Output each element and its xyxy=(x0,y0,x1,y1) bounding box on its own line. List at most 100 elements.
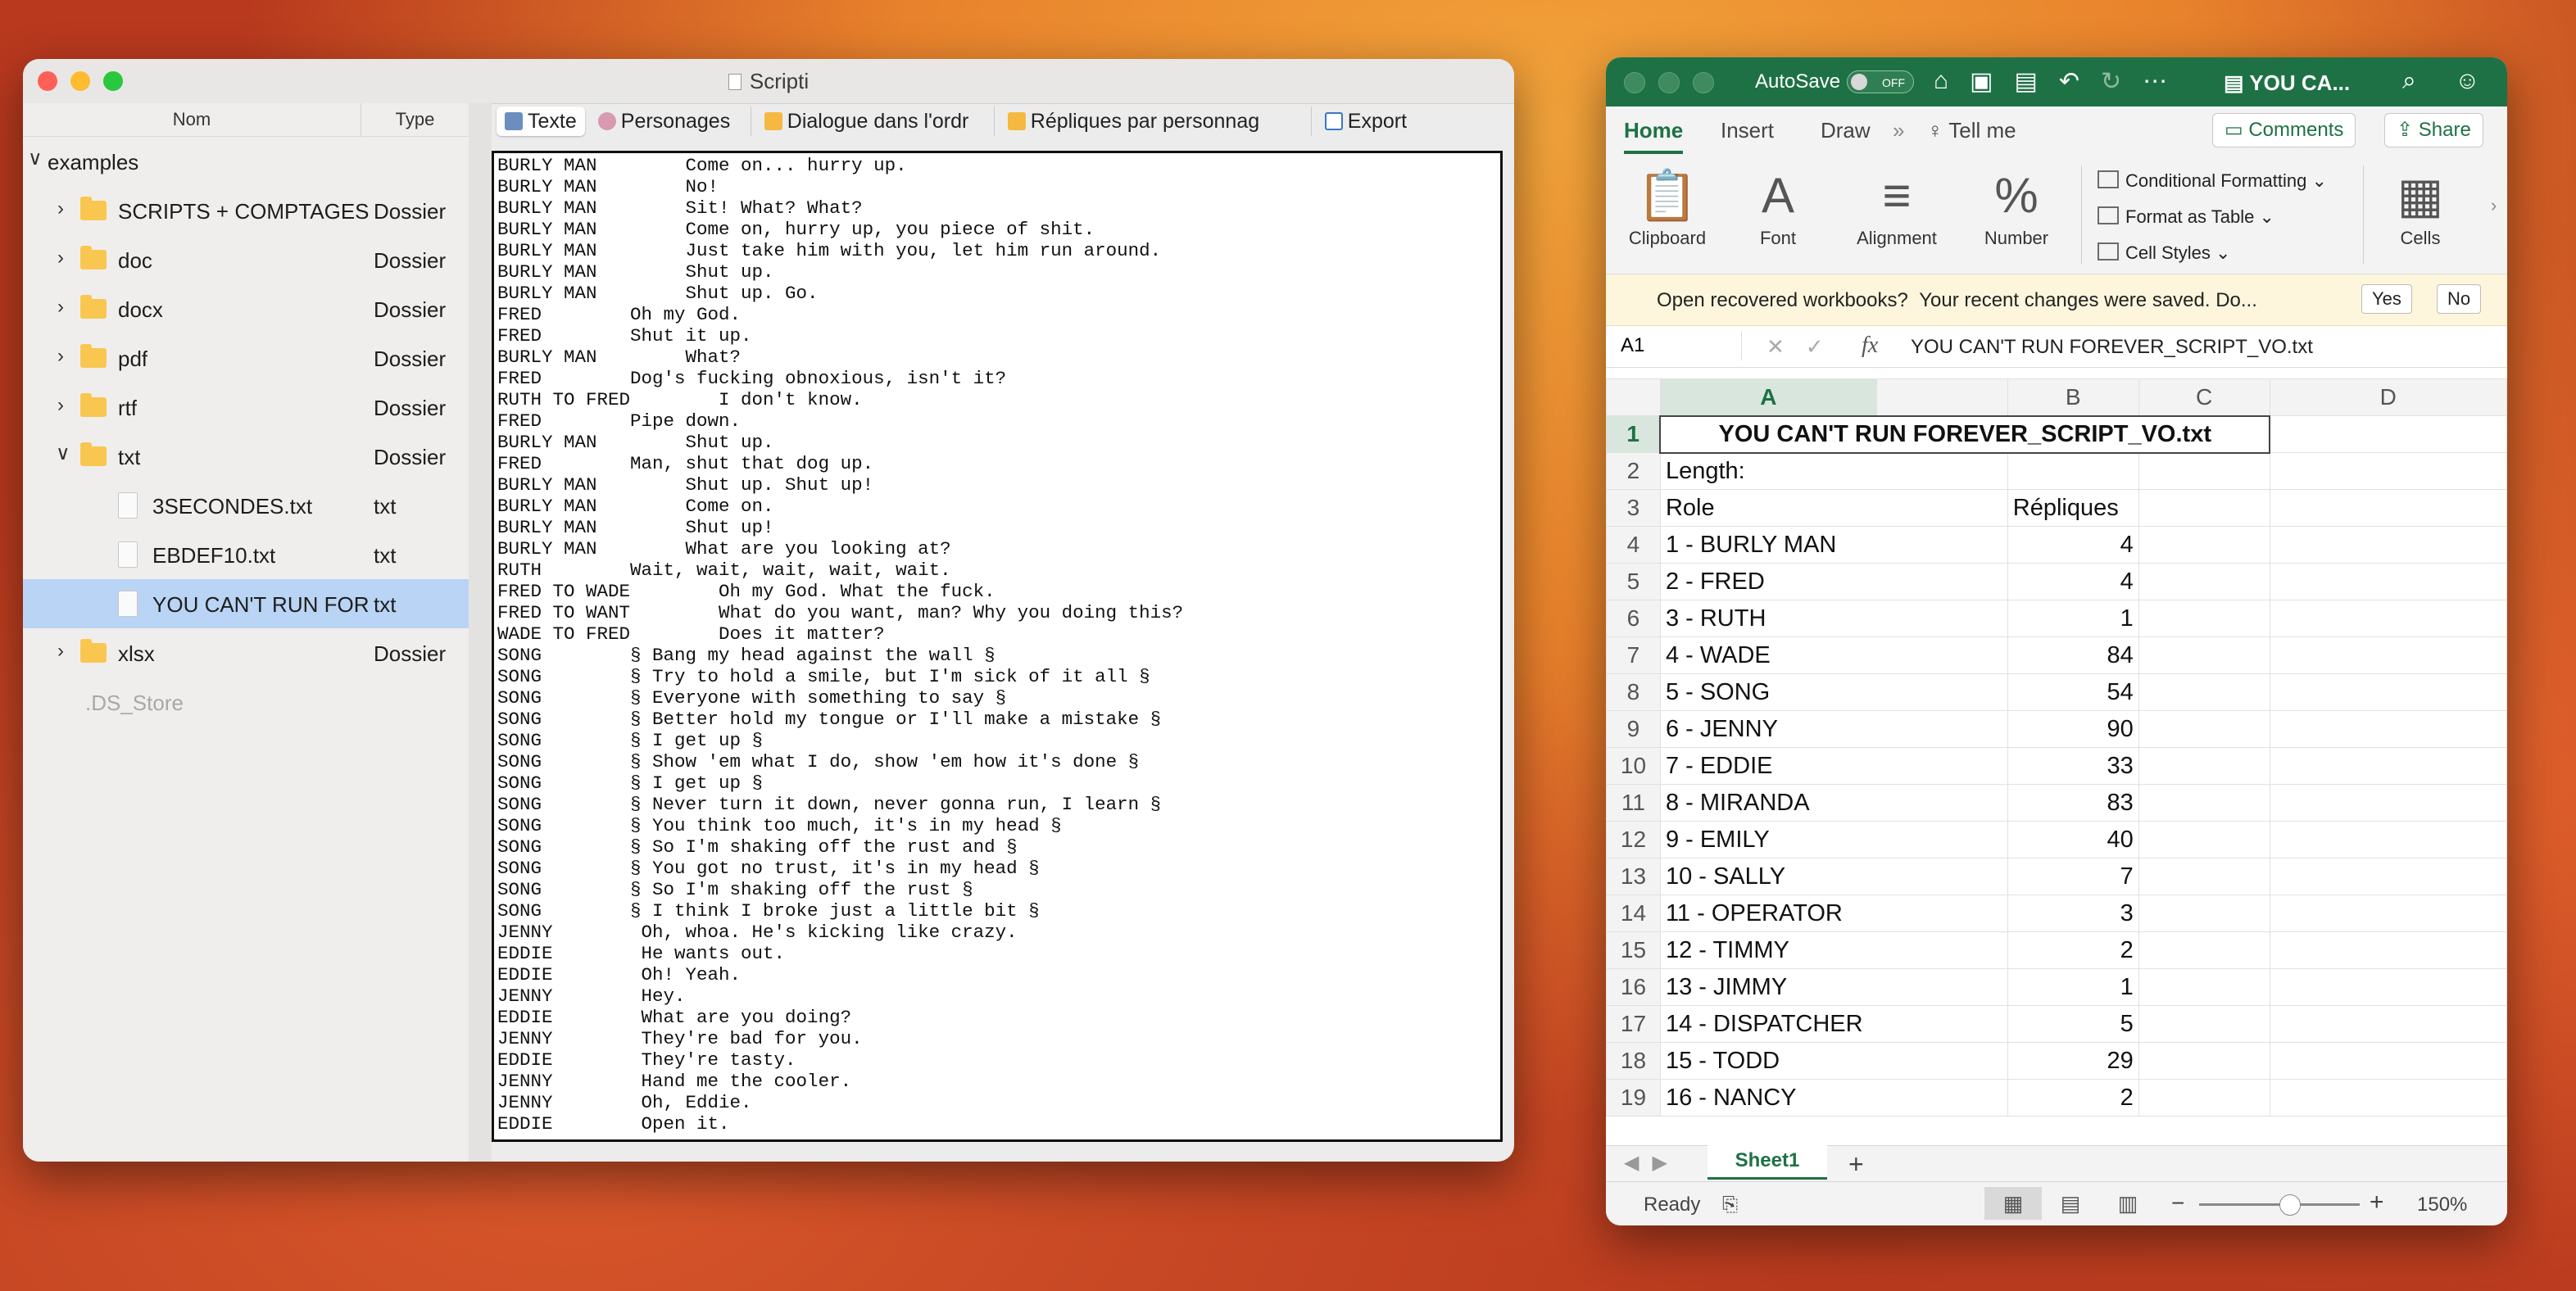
tree-row-you-cant-run[interactable]: YOU CAN'T RUN FOR txt xyxy=(23,579,469,628)
role-cell[interactable]: 7 - EDDIE xyxy=(1659,747,2008,785)
more-tabs-icon[interactable]: » xyxy=(1893,118,1904,143)
count-cell[interactable]: 2 xyxy=(2007,931,2139,969)
font-group[interactable]: A Font xyxy=(1737,164,1819,249)
tree-row-3secondes[interactable]: 3SECONDES.txt txt xyxy=(23,481,469,530)
script-text-area[interactable]: BURLY MAN Come on... hurry up. BURLY MAN… xyxy=(492,151,1503,1142)
cancel-icon[interactable]: ✕ xyxy=(1766,334,1785,360)
count-cell[interactable]: 84 xyxy=(2007,636,2139,674)
chevron-right-icon[interactable]: › xyxy=(57,640,64,663)
col-header-a[interactable]: A xyxy=(1659,378,1877,416)
role-cell[interactable]: 12 - TIMMY xyxy=(1659,931,2008,969)
count-cell[interactable]: 83 xyxy=(2007,784,2139,822)
fx-icon[interactable]: fx xyxy=(1862,333,1878,359)
row-header[interactable]: 4 xyxy=(1606,526,1661,564)
clipboard-group[interactable]: 📋 Clipboard xyxy=(1622,164,1712,249)
count-header-cell[interactable]: Répliques xyxy=(2007,489,2139,527)
cell[interactable] xyxy=(2269,821,2507,858)
cell[interactable] xyxy=(2138,710,2270,748)
zoom-out-icon[interactable]: − xyxy=(2171,1190,2184,1216)
row-header[interactable]: 9 xyxy=(1606,710,1661,748)
chevron-right-icon[interactable]: › xyxy=(57,247,64,270)
share-button[interactable]: ⇪ Share xyxy=(2384,113,2483,147)
cell[interactable] xyxy=(2269,600,2507,637)
cell[interactable] xyxy=(2138,1079,2270,1117)
row-header[interactable]: 16 xyxy=(1606,968,1661,1006)
tree-row-ebdef10[interactable]: EBDEF10.txt txt xyxy=(23,530,469,579)
cell[interactable] xyxy=(2269,1005,2507,1043)
undo-icon[interactable]: ↶ xyxy=(2059,67,2079,96)
role-cell[interactable]: 3 - RUTH xyxy=(1659,600,2008,637)
tree-row-rtf[interactable]: › rtf Dossier xyxy=(23,383,469,432)
cell[interactable] xyxy=(2138,636,2270,674)
cell[interactable] xyxy=(2138,526,2270,564)
cell[interactable] xyxy=(2269,895,2507,932)
row-header[interactable]: 8 xyxy=(1606,673,1661,711)
row-header[interactable]: 14 xyxy=(1606,895,1661,932)
cell[interactable] xyxy=(2138,489,2270,527)
cell[interactable] xyxy=(2269,1079,2507,1117)
zoom-level[interactable]: 150% xyxy=(2417,1194,2467,1216)
role-cell[interactable]: 10 - SALLY xyxy=(1659,858,2008,895)
select-all[interactable] xyxy=(1606,378,1661,416)
chevron-right-icon[interactable]: › xyxy=(57,345,64,368)
role-cell[interactable]: 11 - OPERATOR xyxy=(1659,895,2008,932)
save-icon[interactable]: ▣ xyxy=(1970,67,1993,96)
tell-me[interactable]: ♀ Tell me xyxy=(1927,118,2016,143)
add-sheet-icon[interactable]: + xyxy=(1848,1149,1864,1180)
cell[interactable] xyxy=(2269,747,2507,785)
row-header[interactable]: 19 xyxy=(1606,1079,1661,1117)
count-cell[interactable]: 54 xyxy=(2007,673,2139,711)
role-cell[interactable]: 14 - DISPATCHER xyxy=(1659,1005,2008,1043)
search-icon[interactable]: ⌕ xyxy=(2402,67,2416,95)
cell[interactable] xyxy=(2138,673,2270,711)
number-group[interactable]: % Number xyxy=(1971,164,2061,249)
count-cell[interactable]: 2 xyxy=(2007,1079,2139,1117)
cell[interactable] xyxy=(2138,968,2270,1006)
sheet-nav-arrows[interactable]: ◀▶ xyxy=(1624,1151,1680,1175)
check-icon[interactable]: ✓ xyxy=(1806,334,1824,360)
page-layout-icon[interactable]: ▤ xyxy=(2042,1187,2099,1220)
length-cell[interactable]: Length: xyxy=(1659,452,2008,490)
cells-group[interactable]: ▦ Cells xyxy=(2379,164,2461,249)
yes-button[interactable]: Yes xyxy=(2361,284,2412,314)
accessibility-icon[interactable]: ⎘ xyxy=(1722,1194,1738,1216)
home-icon[interactable]: ⌂ xyxy=(1934,67,1948,96)
cell[interactable] xyxy=(2269,710,2507,748)
chevron-right-icon[interactable]: › xyxy=(57,394,64,417)
row-header[interactable]: 18 xyxy=(1606,1042,1661,1080)
row-header[interactable]: 7 xyxy=(1606,636,1661,674)
conditional-formatting-button[interactable]: Conditional Formatting ⌄ xyxy=(2098,170,2327,192)
cell[interactable] xyxy=(2269,563,2507,600)
tab-dialogue[interactable]: Dialogue dans l'ordr xyxy=(756,106,995,136)
column-name-header[interactable]: Nom xyxy=(23,103,361,136)
tab-personages[interactable]: Personages xyxy=(590,106,751,136)
cell[interactable] xyxy=(2269,452,2507,490)
formula-input[interactable]: YOU CAN'T RUN FOREVER_SCRIPT_VO.txt xyxy=(1911,336,2313,359)
tree-row-ds-store[interactable]: .DS_Store xyxy=(23,677,469,727)
role-cell[interactable]: 5 - SONG xyxy=(1659,673,2008,711)
cell[interactable] xyxy=(2138,1042,2270,1080)
cell[interactable] xyxy=(2138,563,2270,600)
spreadsheet-grid[interactable]: A B C D 1 YOU CAN'T RUN FOREVER_SCRIPT_V… xyxy=(1606,378,2507,1145)
cell[interactable] xyxy=(2138,931,2270,969)
count-cell[interactable]: 5 xyxy=(2007,1005,2139,1043)
role-cell[interactable]: 6 - JENNY xyxy=(1659,710,2008,748)
chevron-right-icon[interactable]: › xyxy=(57,296,64,319)
cell[interactable] xyxy=(2269,931,2507,969)
row-header[interactable]: 12 xyxy=(1606,821,1661,858)
role-cell[interactable]: 15 - TODD xyxy=(1659,1042,2008,1080)
row-header[interactable]: 1 xyxy=(1606,415,1661,453)
row-header[interactable]: 6 xyxy=(1606,600,1661,637)
count-cell[interactable]: 90 xyxy=(2007,710,2139,748)
cell[interactable] xyxy=(2269,858,2507,895)
role-cell[interactable]: 9 - EMILY xyxy=(1659,821,2008,858)
cell[interactable] xyxy=(2269,968,2507,1006)
count-cell[interactable]: 4 xyxy=(2007,526,2139,564)
person-icon[interactable]: ☺ xyxy=(2455,67,2480,95)
normal-view-icon[interactable]: ▦ xyxy=(1984,1187,2042,1220)
col-header-c[interactable]: C xyxy=(2138,378,2270,416)
col-header-b[interactable]: B xyxy=(2007,378,2139,416)
tab-insert[interactable]: Insert xyxy=(1721,118,1774,143)
chevron-down-icon[interactable]: ∨ xyxy=(28,147,43,170)
role-cell[interactable]: 1 - BURLY MAN xyxy=(1659,526,2008,564)
